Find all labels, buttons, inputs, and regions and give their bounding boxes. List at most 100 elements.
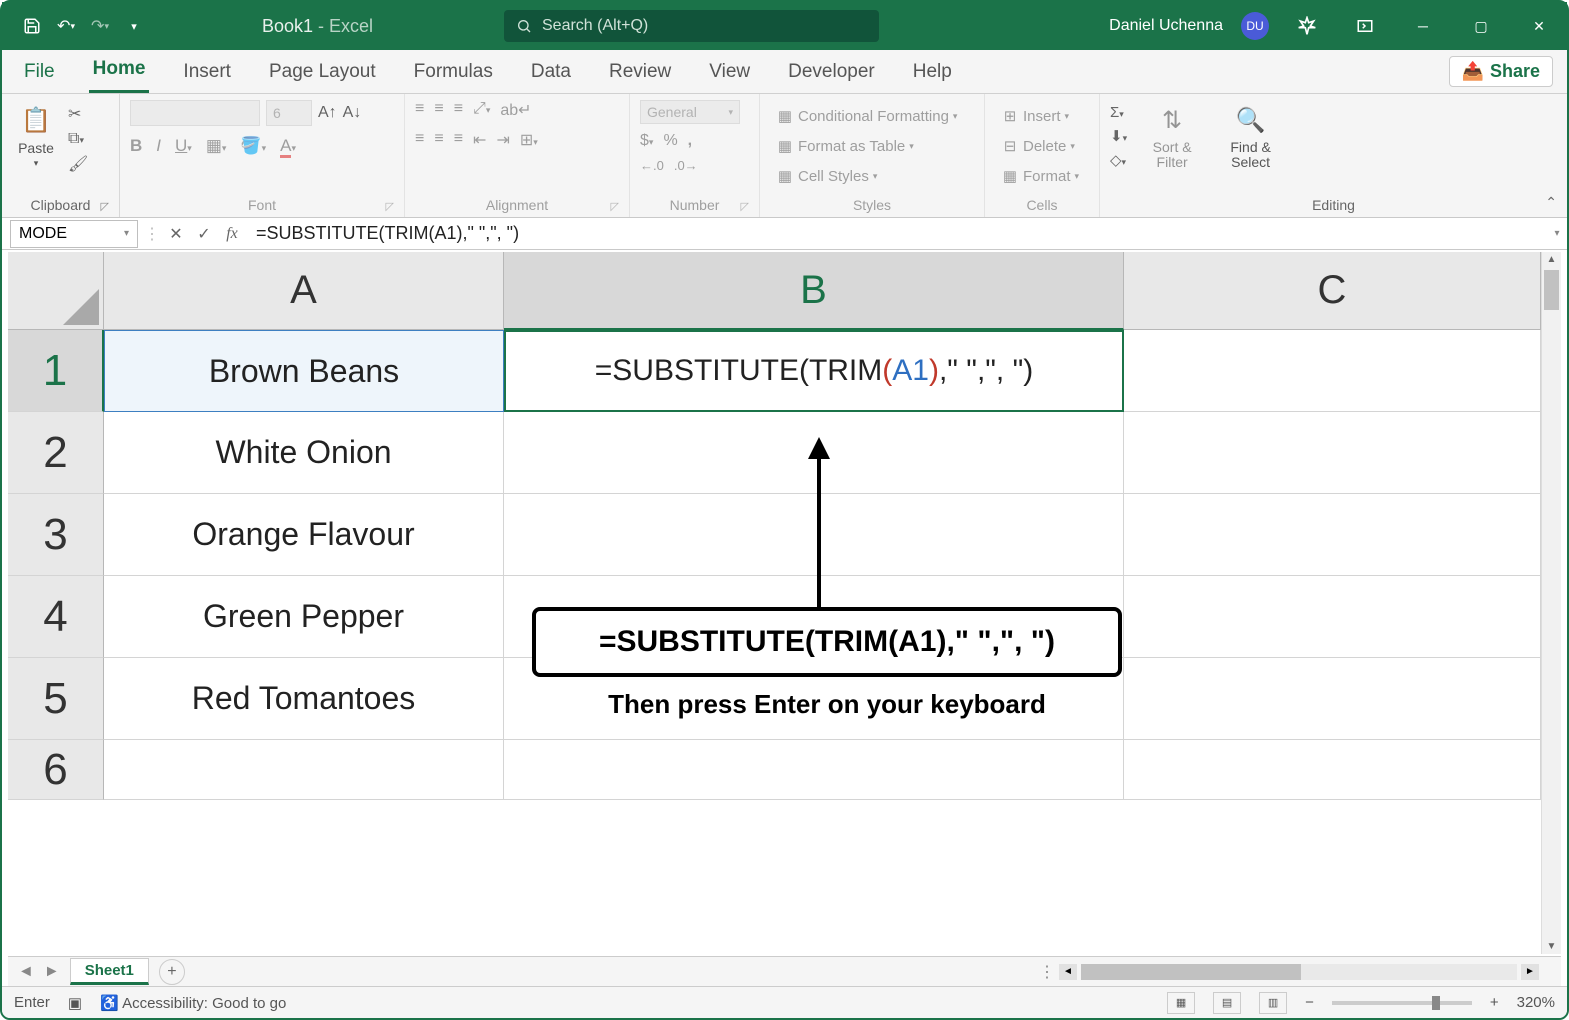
tab-page-layout[interactable]: Page Layout [265, 53, 380, 93]
formula-input[interactable]: =SUBSTITUTE(TRIM(A1)," ",", ") [246, 223, 1547, 244]
search-box[interactable]: Search (Alt+Q) [504, 10, 879, 42]
cell-A6[interactable] [104, 740, 504, 800]
cell-styles-button[interactable]: ▦Cell Styles▾ [770, 164, 883, 188]
add-sheet-button[interactable]: + [159, 959, 185, 985]
zoom-slider[interactable] [1332, 1001, 1472, 1005]
cell-A1[interactable]: Brown Beans [104, 330, 504, 412]
scroll-right-icon[interactable]: ► [1521, 964, 1539, 980]
font-color-button[interactable]: A▾ [280, 136, 296, 156]
number-format-combo[interactable]: General▾ [640, 100, 740, 124]
merge-center-icon[interactable]: ⊞▾ [520, 130, 538, 150]
page-break-view-button[interactable]: ▥ [1259, 992, 1287, 1014]
vertical-scrollbar[interactable]: ▲ ▼ [1541, 252, 1561, 954]
horizontal-scrollbar[interactable]: ⋮ ◄ ► [1039, 962, 1539, 982]
collapse-ribbon-icon[interactable]: ⌃ [1545, 194, 1557, 211]
autosum-icon[interactable]: Σ▾ [1110, 104, 1127, 121]
worksheet-grid[interactable]: A B C 1 Brown Beans =SUBSTITUTE(TRIM(A1)… [8, 252, 1541, 954]
align-right-icon[interactable]: ≡ [454, 130, 463, 150]
row-header-6[interactable]: 6 [8, 740, 104, 800]
copy-icon[interactable]: ⧉▾ [68, 130, 88, 148]
normal-view-button[interactable]: ▦ [1167, 992, 1195, 1014]
alignment-launcher-icon[interactable]: ◸ [611, 200, 619, 213]
increase-font-icon[interactable]: A↑ [318, 104, 337, 122]
cell-B3[interactable] [504, 494, 1124, 576]
orientation-icon[interactable]: ⤢▾ [473, 100, 490, 120]
bold-button[interactable]: B [130, 136, 142, 156]
cut-icon[interactable]: ✂ [68, 104, 88, 124]
insert-cells-button[interactable]: ⊞Insert▾ [995, 104, 1075, 128]
underline-button[interactable]: U▾ [175, 136, 192, 156]
enter-formula-button[interactable]: ✓ [190, 224, 218, 244]
hscroll-thumb[interactable] [1081, 964, 1301, 980]
format-as-table-button[interactable]: ▦Format as Table▾ [770, 134, 920, 158]
sheet-nav-prev-icon[interactable]: ◄ [18, 963, 34, 981]
insert-function-button[interactable]: fx [218, 225, 246, 243]
close-button[interactable]: ✕ [1519, 10, 1559, 42]
tab-home[interactable]: Home [89, 50, 150, 93]
align-middle-icon[interactable]: ≡ [434, 100, 443, 120]
column-header-C[interactable]: C [1124, 252, 1541, 330]
row-header-5[interactable]: 5 [8, 658, 104, 740]
cancel-formula-button[interactable]: ✕ [162, 224, 190, 244]
borders-button[interactable]: ▦▾ [206, 136, 227, 156]
number-launcher-icon[interactable]: ◸ [741, 200, 749, 213]
zoom-level[interactable]: 320% [1517, 994, 1555, 1011]
wrap-text-icon[interactable]: ab↵ [500, 100, 531, 120]
cell-A2[interactable]: White Onion [104, 412, 504, 494]
decrease-font-icon[interactable]: A↓ [343, 104, 362, 122]
cell-C5[interactable] [1124, 658, 1541, 740]
coming-soon-icon[interactable] [1287, 10, 1327, 42]
ribbon-mode-icon[interactable] [1345, 10, 1385, 42]
accounting-format-icon[interactable]: $▾ [640, 132, 653, 150]
zoom-out-button[interactable]: − [1305, 994, 1314, 1011]
zoom-in-button[interactable]: + [1490, 994, 1499, 1011]
cell-C4[interactable] [1124, 576, 1541, 658]
font-name-combo[interactable] [130, 100, 260, 126]
tab-help[interactable]: Help [909, 53, 956, 93]
format-cells-button[interactable]: ▦Format▾ [995, 164, 1085, 188]
fill-icon[interactable]: ⬇▾ [1110, 127, 1127, 145]
avatar[interactable]: DU [1241, 12, 1269, 40]
tab-file[interactable]: File [20, 53, 59, 93]
row-header-2[interactable]: 2 [8, 412, 104, 494]
name-box[interactable]: MODE▾ [10, 220, 138, 248]
tab-data[interactable]: Data [527, 53, 575, 93]
cell-A3[interactable]: Orange Flavour [104, 494, 504, 576]
maximize-button[interactable]: ▢ [1461, 10, 1501, 42]
scroll-up-icon[interactable]: ▲ [1542, 254, 1561, 265]
sheet-nav-next-icon[interactable]: ► [44, 963, 60, 981]
tab-formulas[interactable]: Formulas [410, 53, 497, 93]
fill-color-button[interactable]: 🪣▾ [240, 136, 266, 156]
align-center-icon[interactable]: ≡ [434, 130, 443, 150]
cell-C2[interactable] [1124, 412, 1541, 494]
share-button[interactable]: 📤 Share [1449, 56, 1553, 87]
cell-B1[interactable]: =SUBSTITUTE(TRIM(A1)," ",", ") [504, 330, 1124, 412]
align-top-icon[interactable]: ≡ [415, 100, 424, 120]
scroll-down-icon[interactable]: ▼ [1542, 941, 1561, 952]
align-left-icon[interactable]: ≡ [415, 130, 424, 150]
undo-icon[interactable]: ↶▾ [52, 12, 80, 40]
decrease-decimal-icon[interactable]: .0→ [674, 158, 698, 173]
align-bottom-icon[interactable]: ≡ [454, 100, 463, 120]
increase-decimal-icon[interactable]: ←.0 [640, 158, 664, 173]
percent-format-icon[interactable]: % [663, 132, 677, 150]
sort-filter-button[interactable]: ⇅ Sort & Filter [1141, 100, 1203, 173]
row-header-1[interactable]: 1 [8, 330, 104, 412]
column-header-B[interactable]: B [504, 252, 1124, 330]
save-icon[interactable] [18, 12, 46, 40]
font-launcher-icon[interactable]: ◸ [386, 200, 394, 213]
format-painter-icon[interactable]: 🖌 [68, 154, 88, 174]
italic-button[interactable]: I [156, 136, 161, 156]
expand-formula-bar-icon[interactable]: ▾ [1547, 228, 1567, 239]
tab-insert[interactable]: Insert [179, 53, 235, 93]
cell-C1[interactable] [1124, 330, 1541, 412]
column-header-A[interactable]: A [104, 252, 504, 330]
row-header-4[interactable]: 4 [8, 576, 104, 658]
tab-developer[interactable]: Developer [784, 53, 879, 93]
cell-A4[interactable]: Green Pepper [104, 576, 504, 658]
select-all-corner[interactable] [8, 252, 104, 330]
cell-C6[interactable] [1124, 740, 1541, 800]
sheet-tab-sheet1[interactable]: Sheet1 [70, 958, 149, 985]
cell-B6[interactable] [504, 740, 1124, 800]
clipboard-launcher-icon[interactable]: ◸ [101, 200, 109, 213]
